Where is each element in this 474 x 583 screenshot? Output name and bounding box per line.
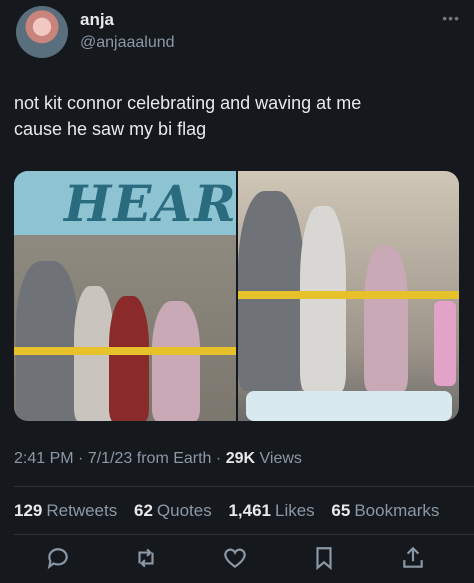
- meta-separator: ·: [78, 450, 84, 467]
- photo-person: [364, 246, 408, 391]
- quotes-label: Quotes: [156, 501, 212, 520]
- tweet-text: not kit connor celebrating and waving at…: [14, 93, 362, 139]
- media-photo-left[interactable]: HEART: [14, 171, 236, 421]
- photo-person: [109, 296, 149, 421]
- more-icon[interactable]: •••: [442, 10, 460, 26]
- quotes-count: 62: [133, 501, 153, 520]
- reply-icon[interactable]: [45, 545, 73, 573]
- author-name[interactable]: anja: [80, 10, 114, 30]
- divider: [14, 534, 474, 535]
- media-photo-right[interactable]: [238, 171, 459, 421]
- bookmarks-count: 65: [331, 501, 351, 520]
- photo-person: [16, 261, 78, 421]
- tweet-stats: 129 Retweets 62 Quotes 1,461 Likes 65 Bookma…: [14, 501, 451, 521]
- photo-float-sign: [246, 391, 452, 421]
- bookmarks-label: Bookmarks: [354, 501, 440, 520]
- retweet-icon[interactable]: [133, 545, 161, 573]
- retweets-stat[interactable]: 129 Retweets: [14, 501, 117, 520]
- bookmark-icon[interactable]: [311, 545, 339, 573]
- tweet-meta: 2:41 PM · 7/1/23 from Earth · 29K Views: [14, 450, 302, 468]
- views-count: 29K: [225, 450, 256, 467]
- share-icon[interactable]: [400, 545, 428, 573]
- tweet-source: from Earth: [136, 450, 212, 467]
- author-handle[interactable]: @anjaaalund: [80, 34, 175, 52]
- tweet-media[interactable]: HEART: [14, 171, 459, 421]
- tweet-time[interactable]: 2:41 PM: [14, 450, 74, 467]
- tweet-date[interactable]: 7/1/23: [88, 450, 132, 467]
- photo-barrier: [238, 291, 459, 299]
- action-bar: [0, 545, 474, 579]
- heart-icon[interactable]: [222, 545, 250, 573]
- photo-person: [152, 301, 200, 421]
- views-label: Views: [259, 450, 302, 467]
- likes-count: 1,461: [228, 501, 271, 520]
- photo-flag: [434, 301, 456, 386]
- media-banner: HEART: [14, 171, 236, 235]
- likes-stat[interactable]: 1,461 Likes: [228, 501, 314, 520]
- quotes-stat[interactable]: 62 Quotes: [134, 501, 212, 520]
- retweets-count: 129: [14, 501, 43, 520]
- meta-separator: ·: [215, 450, 222, 467]
- avatar[interactable]: [16, 6, 68, 58]
- retweets-label: Retweets: [46, 501, 118, 520]
- likes-label: Likes: [275, 501, 315, 520]
- photo-barrier: [14, 347, 236, 355]
- divider: [14, 486, 474, 487]
- bookmarks-stat[interactable]: 65 Bookmarks: [331, 501, 439, 520]
